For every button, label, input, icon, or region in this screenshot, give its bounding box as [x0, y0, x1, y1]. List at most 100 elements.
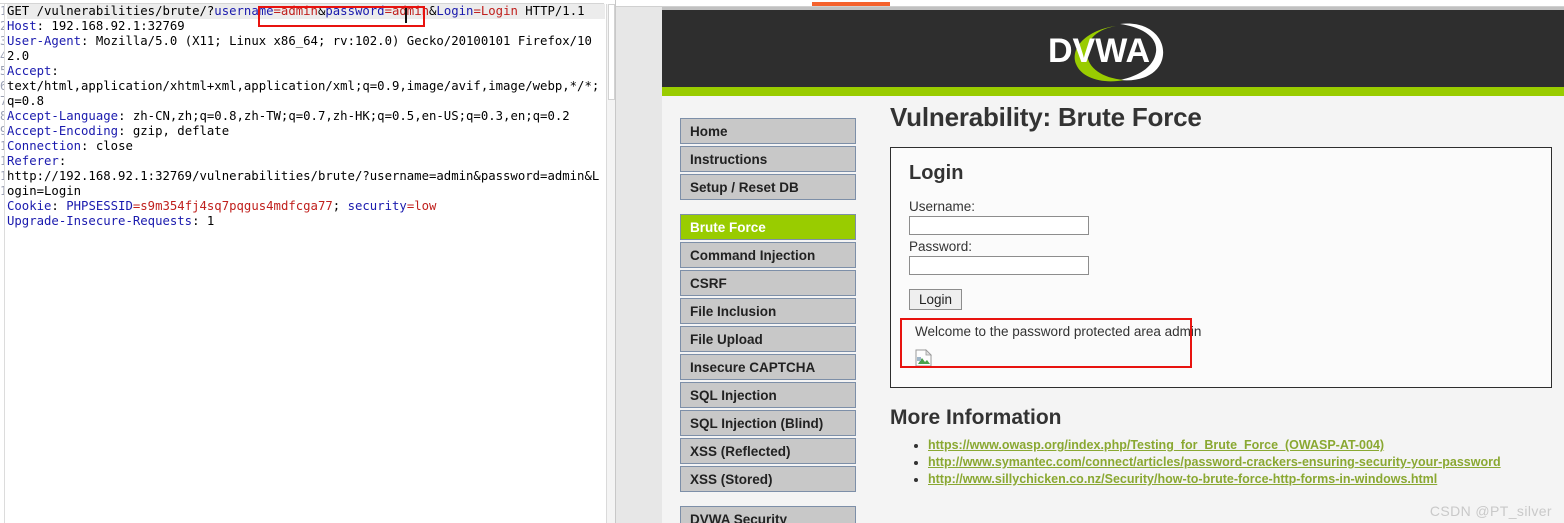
request-token: http://192.168.92.1:32769/vulnerabilitie… [7, 169, 600, 198]
request-token: : [58, 154, 74, 168]
request-token: =admin [273, 4, 318, 18]
list-item: https://www.owasp.org/index.php/Testing_… [928, 438, 1552, 452]
request-token: : 1 [192, 214, 215, 228]
line-number: 4 [0, 49, 4, 64]
request-line: Host: 192.168.92.1:32769 [7, 19, 605, 34]
app-window: 12345678910111213 GET /vulnerabilities/b… [0, 0, 1564, 523]
request-line: Referer: [7, 154, 605, 169]
request-line [7, 229, 605, 244]
line-number: 6 [0, 79, 4, 94]
sidebar-item-xss-stored[interactable]: XSS (Stored) [680, 466, 856, 492]
request-token: security [347, 199, 407, 213]
request-token: : zh-CN,zh;q=0.8,zh-TW;q=0.7,zh-HK;q=0.5… [118, 109, 570, 123]
sidebar-item-csrf[interactable]: CSRF [680, 270, 856, 296]
request-line: text/html,application/xhtml+xml,applicat… [7, 79, 605, 109]
reference-link[interactable]: http://www.sillychicken.co.nz/Security/h… [928, 472, 1437, 486]
sidebar-item-setup-reset-db[interactable]: Setup / Reset DB [680, 174, 856, 200]
username-input[interactable] [909, 216, 1089, 235]
request-scrollbar-thumb[interactable] [608, 4, 615, 100]
sidebar-item-file-upload[interactable]: File Upload [680, 326, 856, 352]
request-token: : [51, 199, 67, 213]
login-result: Welcome to the password protected area a… [900, 318, 1533, 368]
list-item: http://www.symantec.com/connect/articles… [928, 455, 1552, 469]
request-line: GET /vulnerabilities/brute/?username=adm… [7, 4, 605, 19]
more-information-heading: More Information [890, 406, 1062, 429]
request-scrollbar[interactable] [606, 4, 615, 523]
request-token: Cookie [7, 199, 52, 213]
line-number: 2 [0, 19, 4, 34]
request-token: Accept-Encoding [7, 124, 119, 138]
dvwa-sidebar: Home Instructions Setup / Reset DB Brute Fo… [680, 118, 856, 523]
watermark: CSDN @PT_silver [1429, 503, 1552, 519]
list-item: http://www.sillychicken.co.nz/Security/h… [928, 472, 1552, 486]
request-token: Accept [7, 64, 52, 78]
line-number: 1 [0, 4, 4, 19]
sidebar-item-sql-injection-blind[interactable]: SQL Injection (Blind) [680, 410, 856, 436]
login-heading: Login [909, 162, 964, 184]
request-token: =low [406, 199, 437, 213]
request-line: http://192.168.92.1:32769/vulnerabilitie… [7, 169, 605, 199]
sidebar-item-xss-reflected[interactable]: XSS (Reflected) [680, 438, 856, 464]
dvwa-accent-bar [662, 87, 1564, 96]
line-number: 8 [0, 109, 4, 124]
line-number: 13 [0, 184, 4, 199]
dvwa-body: Home Instructions Setup / Reset DB Brute Fo… [662, 96, 1564, 523]
request-token: : Mozilla/5.0 (X11; Linux x86_64; rv:102… [7, 34, 592, 63]
dvwa-logo-icon: DVWA [1048, 23, 1164, 82]
line-number: 12 [0, 169, 4, 184]
request-token: text/html,application/xhtml+xml,applicat… [7, 79, 600, 108]
sidebar-item-sql-injection[interactable]: SQL Injection [680, 382, 856, 408]
http-request-panel: 12345678910111213 GET /vulnerabilities/b… [0, 0, 616, 523]
request-token: HTTP/1.1 [517, 4, 585, 18]
username-label: Username: [909, 199, 976, 214]
request-line: Accept: [7, 64, 605, 79]
text-caret [405, 8, 407, 23]
sidebar-item-command-injection[interactable]: Command Injection [680, 242, 856, 268]
sidebar-item-dvwa-security[interactable]: DVWA Security [680, 506, 856, 523]
request-token: : close [81, 139, 133, 153]
broken-image-icon [915, 349, 932, 367]
request-token: : [51, 64, 67, 78]
request-line: Cookie: PHPSESSID=s9m354fj4sq7pqgus4mdfc… [7, 199, 605, 214]
login-panel: Login Username: Password: Login Welcome … [890, 147, 1552, 388]
sidebar-item-file-inclusion[interactable]: File Inclusion [680, 298, 856, 324]
line-number: 9 [0, 124, 4, 139]
request-token: Accept-Language [7, 109, 119, 123]
request-line: Connection: close [7, 139, 605, 154]
line-number: 5 [0, 64, 4, 79]
http-request-text[interactable]: GET /vulnerabilities/brute/?username=adm… [7, 4, 605, 519]
request-token: ; [332, 199, 348, 213]
sidebar-item-home[interactable]: Home [680, 118, 856, 144]
request-token: GET /vulnerabilities/brute/? [7, 4, 215, 18]
request-line: User-Agent: Mozilla/5.0 (X11; Linux x86_… [7, 34, 605, 64]
reference-link[interactable]: https://www.owasp.org/index.php/Testing_… [928, 438, 1384, 452]
sidebar-item-brute-force[interactable]: Brute Force [680, 214, 856, 240]
request-token: username [214, 4, 274, 18]
login-submit-button[interactable]: Login [909, 289, 963, 310]
page-title: Vulnerability: Brute Force [890, 102, 1202, 132]
dvwa-header: DVWA [662, 7, 1564, 87]
welcome-message: Welcome to the password protected area a… [915, 324, 1202, 339]
password-label: Password: [909, 239, 973, 254]
request-line: Accept-Language: zh-CN,zh;q=0.8,zh-TW;q=… [7, 109, 605, 124]
request-token: : 192.168.92.1:32769 [36, 19, 185, 33]
svg-text:DVWA: DVWA [1048, 32, 1150, 70]
request-token: Referer [7, 154, 59, 168]
sidebar-item-instructions[interactable]: Instructions [680, 146, 856, 172]
request-token: Login [436, 4, 474, 18]
password-input[interactable] [909, 256, 1089, 275]
dvwa-site: DVWA Home Instructions Setup / Reset DB Bru… [662, 7, 1564, 523]
request-token: : gzip, deflate [118, 124, 230, 138]
rendered-page: DVWA Home Instructions Setup / Reset DB Bru… [616, 7, 1564, 523]
more-information-list: https://www.owasp.org/index.php/Testing_… [890, 438, 1552, 486]
request-line: Accept-Encoding: gzip, deflate [7, 124, 605, 139]
request-token: Connection [7, 139, 82, 153]
sidebar-item-insecure-captcha[interactable]: Insecure CAPTCHA [680, 354, 856, 380]
request-token: Host [7, 19, 37, 33]
reference-link[interactable]: http://www.symantec.com/connect/articles… [928, 455, 1501, 469]
line-number: 10 [0, 139, 4, 154]
request-line: Upgrade-Insecure-Requests: 1 [7, 214, 605, 229]
request-token: =Login [473, 4, 518, 18]
